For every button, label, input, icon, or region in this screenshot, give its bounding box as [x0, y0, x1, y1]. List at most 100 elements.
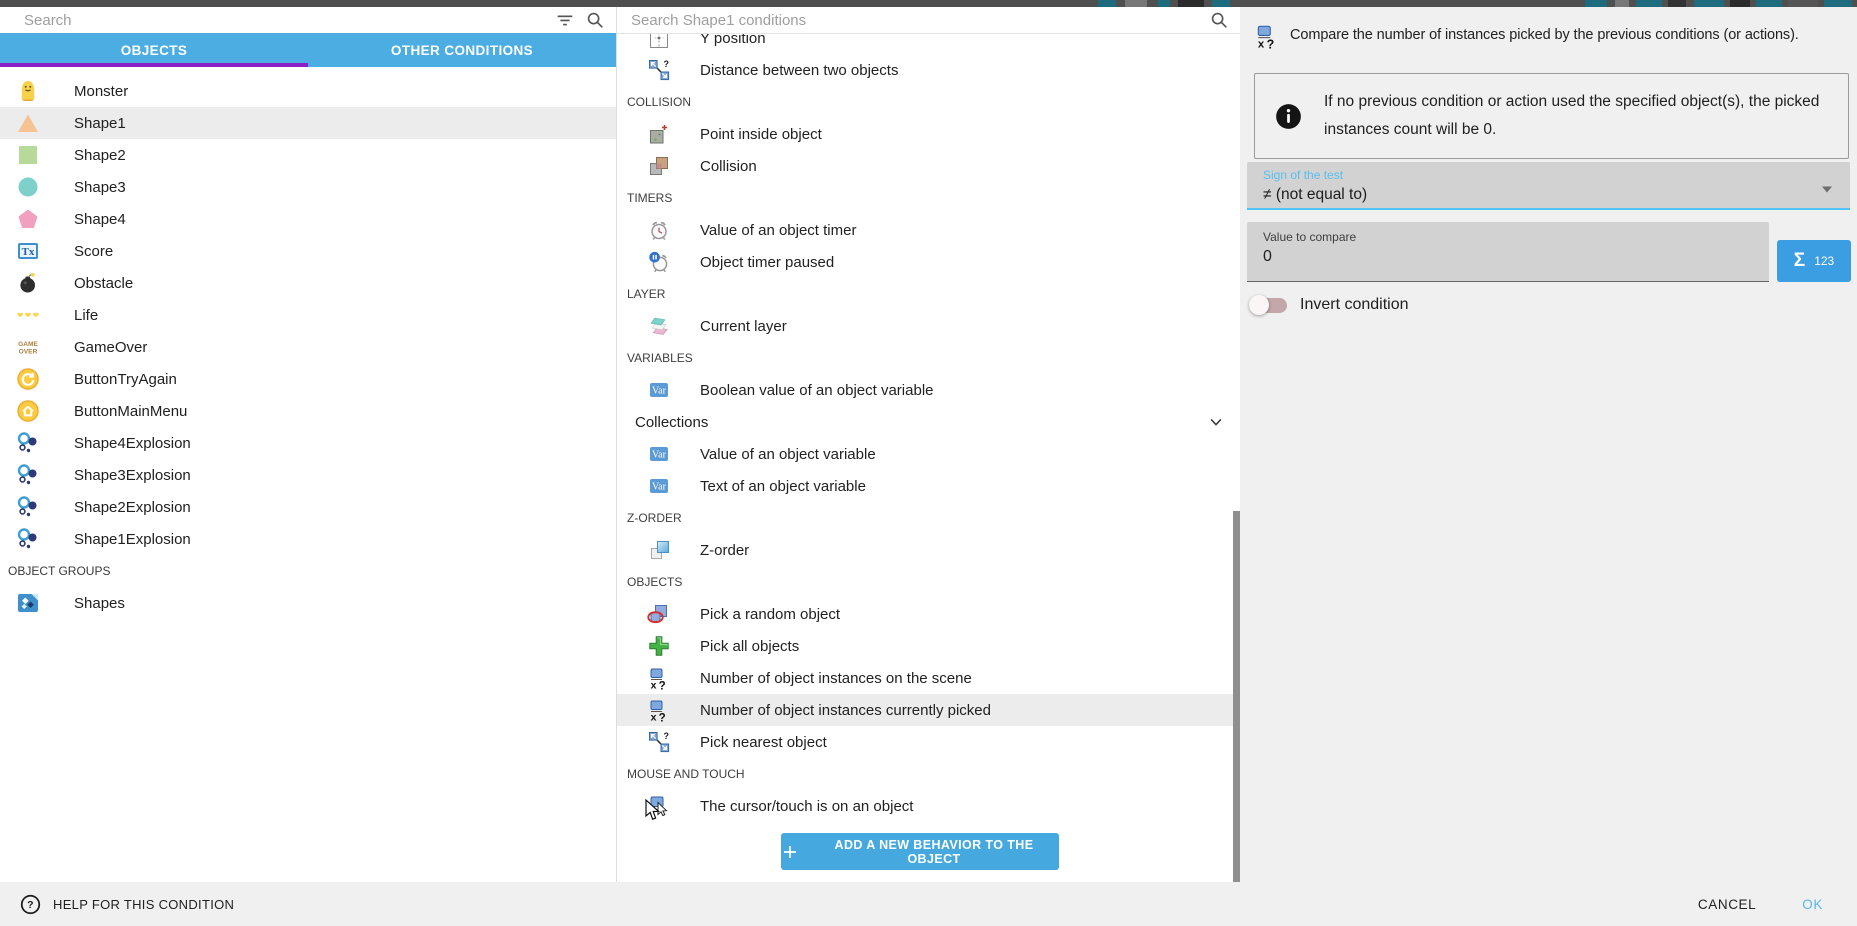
object-label: Obstacle	[74, 275, 133, 292]
object-row-shape3explosion[interactable]: Shape3Explosion	[0, 459, 616, 491]
object-row-buttontryagain[interactable]: ButtonTryAgain	[0, 363, 616, 395]
chevron-down-icon	[1820, 182, 1834, 196]
circle-shape-icon	[16, 175, 40, 199]
condition-label: Pick a random object	[700, 606, 840, 623]
instruction-editor-dialog: OBJECTS OTHER CONDITIONS MonsterShape1Sh…	[0, 0, 1857, 926]
object-row-gameover[interactable]: GAMEOVERGameOver	[0, 331, 616, 363]
background-app-strip	[0, 0, 1857, 7]
dialog-footer: ? HELP FOR THIS CONDITION CANCEL OK	[0, 882, 1857, 926]
pentagon-shape-icon	[16, 207, 40, 231]
add-behavior-button[interactable]: ADD A NEW BEHAVIOR TO THE OBJECT	[781, 833, 1059, 870]
conditions-section-header: MOUSE AND TOUCH	[617, 758, 1240, 790]
condition-row[interactable]: Pick all objects	[617, 630, 1240, 662]
invert-condition-toggle[interactable]	[1249, 294, 1289, 316]
sign-of-test-select[interactable]: Sign of the test ≠ (not equal to)	[1247, 162, 1850, 210]
info-icon	[1275, 103, 1302, 130]
condition-row[interactable]: x?Number of object instances currently p…	[617, 694, 1240, 726]
condition-row[interactable]: ?Pick nearest object	[617, 726, 1240, 758]
expression-button-label: 123	[1814, 254, 1834, 268]
ok-button[interactable]: OK	[1802, 897, 1823, 912]
condition-row[interactable]: ?Distance between two objects	[617, 54, 1240, 86]
svg-text:Var: Var	[652, 482, 667, 493]
condition-row[interactable]: Pick a random object	[617, 598, 1240, 630]
timer-icon	[647, 218, 671, 242]
svg-text:?: ?	[27, 899, 34, 911]
condition-row[interactable]: VarValue of an object variable	[617, 438, 1240, 470]
condition-row[interactable]: VarBoolean value of an object variable	[617, 374, 1240, 406]
conditions-search-input[interactable]	[631, 12, 1208, 29]
object-row-obstacle[interactable]: Obstacle	[0, 267, 616, 299]
info-note: If no previous condition or action used …	[1254, 73, 1849, 159]
object-row-shape1explosion[interactable]: Shape1Explosion	[0, 523, 616, 555]
svg-text:GAME: GAME	[18, 341, 38, 348]
condition-row[interactable]: x? Number of object instances on the scen…	[617, 662, 1240, 694]
condition-row[interactable]: Object timer paused	[617, 246, 1240, 278]
object-list: MonsterShape1Shape2Shape3Shape4TxScore Ob…	[0, 75, 616, 619]
condition-label: Current layer	[700, 318, 787, 335]
object-row-shape4explosion[interactable]: Shape4Explosion	[0, 427, 616, 459]
cancel-button[interactable]: CANCEL	[1698, 897, 1756, 912]
conditions-section-header: TIMERS	[617, 182, 1240, 214]
object-row-life[interactable]: Life	[0, 299, 616, 331]
expression-editor-button[interactable]: Σ 123	[1777, 240, 1851, 282]
info-note-text: If no previous condition or action used …	[1324, 88, 1828, 144]
condition-row[interactable]: Point inside object	[617, 118, 1240, 150]
square-shape-icon	[16, 143, 40, 167]
condition-label: Point inside object	[700, 126, 822, 143]
tab-other-conditions[interactable]: OTHER CONDITIONS	[308, 33, 616, 67]
toggle-thumb	[1249, 295, 1269, 315]
condition-row[interactable]: Z-order	[617, 534, 1240, 566]
object-row-shape3[interactable]: Shape3	[0, 171, 616, 203]
condition-label: Number of object instances on the scene	[700, 670, 972, 687]
pick-random-icon	[647, 602, 671, 626]
condition-description: x? Compare the number of instances picke…	[1254, 21, 1853, 49]
variable-icon: Var	[647, 442, 671, 466]
pick-all-icon	[647, 634, 671, 658]
variable-icon: Var	[647, 474, 671, 498]
text-object-icon: Tx	[16, 239, 40, 263]
condition-row[interactable]: Collision	[617, 150, 1240, 182]
particles-icon	[16, 431, 40, 455]
tab-objects[interactable]: OBJECTS	[0, 33, 308, 67]
svg-text:?: ?	[659, 681, 666, 690]
object-row-monster[interactable]: Monster	[0, 75, 616, 107]
sign-of-test-label: Sign of the test	[1263, 168, 1343, 182]
condition-description-text: Compare the number of instances picked b…	[1290, 27, 1799, 43]
conditions-search-bar	[617, 7, 1240, 34]
condition-details-panel: x? Compare the number of instances picke…	[1240, 7, 1857, 882]
condition-label: Value of an object timer	[700, 222, 856, 239]
conditions-scrollbar[interactable]	[1233, 511, 1240, 882]
object-row-shape2[interactable]: Shape2	[0, 139, 616, 171]
condition-row[interactable]: Value of an object timer	[617, 214, 1240, 246]
filter-icon[interactable]	[554, 9, 576, 31]
svg-text:x: x	[651, 680, 657, 690]
condition-row[interactable]: Collections	[617, 406, 1240, 438]
svg-text:x: x	[1258, 38, 1265, 49]
condition-row[interactable]: VarText of an object variable	[617, 470, 1240, 502]
object-row-shape1[interactable]: Shape1	[0, 107, 616, 139]
value-to-compare-field[interactable]: Value to compare	[1247, 222, 1769, 282]
help-icon: ?	[20, 894, 41, 915]
object-search-input[interactable]	[24, 12, 554, 29]
object-panel-tabs: OBJECTS OTHER CONDITIONS	[0, 33, 616, 67]
layers-icon	[647, 314, 671, 338]
object-row-buttonmainmenu[interactable]: ButtonMainMenu	[0, 395, 616, 427]
object-label: Shape2Explosion	[74, 499, 191, 516]
svg-text:?: ?	[1267, 38, 1275, 49]
svg-text:Var: Var	[652, 386, 667, 397]
condition-row[interactable]: Current layer	[617, 310, 1240, 342]
sign-of-test-value: ≠ (not equal to)	[1263, 186, 1367, 204]
value-to-compare-input[interactable]	[1263, 248, 1743, 266]
help-button[interactable]: ? HELP FOR THIS CONDITION	[20, 894, 234, 915]
object-row-score[interactable]: TxScore	[0, 235, 616, 267]
svg-text:Tx: Tx	[22, 246, 35, 258]
condition-label: Collections	[635, 414, 708, 431]
group-label: Shapes	[74, 595, 125, 612]
object-row-shape4[interactable]: Shape4	[0, 203, 616, 235]
point-inside-icon	[647, 122, 671, 146]
object-row-shape2explosion[interactable]: Shape2Explosion	[0, 491, 616, 523]
active-tab-indicator	[0, 63, 308, 67]
group-row-shapes[interactable]: Shapes	[0, 587, 616, 619]
sigma-icon: Σ	[1794, 250, 1805, 272]
condition-row[interactable]: The cursor/touch is on an object	[617, 790, 1240, 822]
